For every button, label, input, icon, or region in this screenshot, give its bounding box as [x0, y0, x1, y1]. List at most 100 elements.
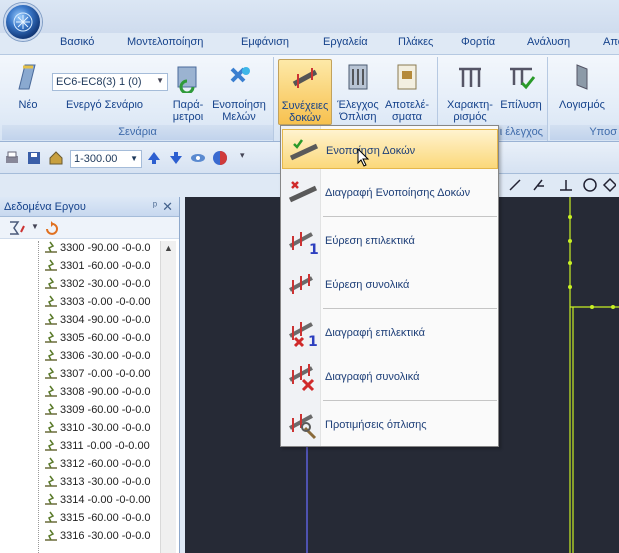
tree-row[interactable]: 3307 -0.00 -0-0.00	[44, 367, 151, 385]
tree-row[interactable]: 3302 -30.00 -0-0.0	[44, 277, 151, 295]
tree-row[interactable]: 3308 -90.00 -0-0.0	[44, 385, 151, 403]
home-icon[interactable]	[48, 150, 64, 166]
project-tree: 3300 -90.00 -0-0.0 3301 -60.00 -0-0.0 3302…	[0, 241, 160, 553]
menu-item-delete-selective[interactable]: 1 Διαγραφή επιλεκτικά	[282, 312, 498, 352]
tree-row[interactable]: 3309 -60.00 -0-0.0	[44, 403, 151, 421]
tab-loads[interactable]: Φορτία	[461, 36, 495, 48]
spring-element-icon	[45, 277, 57, 289]
tree-row[interactable]: 3316 -30.00 -0-0.0	[44, 529, 151, 547]
characterization-button[interactable]: Χαρακτη- ρισμός	[442, 61, 498, 123]
panel-toolbar: ▼	[0, 217, 179, 239]
unify-members-label-1: Ενοποίηση	[212, 99, 266, 111]
filter-sort-icon[interactable]	[8, 220, 28, 236]
tree-row-label: 3314 -0.00 -0-0.00	[60, 494, 151, 506]
parameters-button[interactable]: Παρά- μετροι	[168, 61, 208, 123]
tab-view[interactable]: Εμφάνιση	[241, 36, 289, 48]
results-label-1: Αποτελέ-	[384, 99, 430, 111]
close-icon[interactable]: ✕	[162, 199, 173, 215]
tab-analysis[interactable]: Ανάλυση	[527, 36, 570, 48]
spring-element-icon	[45, 493, 57, 505]
spring-element-icon	[45, 403, 57, 415]
check-reinforcement-button[interactable]: Έλεγχος Όπλιση	[334, 61, 382, 123]
scale-value: 1-300.00	[74, 153, 118, 165]
tree-row[interactable]: 3313 -30.00 -0-0.0	[44, 475, 151, 493]
characterization-label-2: ρισμός	[453, 111, 487, 123]
spring-element-icon	[45, 385, 57, 397]
parameters-label-2: μετροι	[172, 111, 204, 123]
continuous-beams-menu: Ενοποίηση Δοκών Διαγραφή Ενοποίησης Δοκώ…	[280, 125, 499, 447]
tree-row[interactable]: 3301 -60.00 -0-0.0	[44, 259, 151, 277]
find-all-icon	[289, 274, 313, 294]
menu-item-label: Προτιμήσεις όπλισης	[325, 419, 427, 431]
tree-row-label: 3300 -90.00 -0-0.0	[60, 242, 151, 254]
tab-more[interactable]: Απο	[603, 36, 619, 48]
arrow-down-icon[interactable]	[168, 150, 184, 166]
pin-icon[interactable]: ᵖ	[153, 200, 157, 212]
scroll-up-icon[interactable]: ▲	[164, 243, 173, 253]
tree-row-label: 3303 -0.00 -0-0.00	[60, 296, 151, 308]
spring-element-icon	[45, 259, 57, 271]
tree-scrollbar[interactable]: ▲	[160, 241, 176, 553]
tree-row-label: 3301 -60.00 -0-0.0	[60, 260, 151, 272]
tree-row[interactable]: 3303 -0.00 -0-0.00	[44, 295, 151, 313]
scenario-select[interactable]: EC6-EC8(3) 1 (0) ▼	[52, 73, 168, 91]
refresh-icon[interactable]	[44, 220, 58, 236]
tab-tools[interactable]: Εργαλεία	[323, 36, 368, 48]
menu-item-find-selective[interactable]: 1 Εύρεση επιλεκτικά	[282, 220, 498, 260]
menu-item-delete-all[interactable]: Διαγραφή συνολικά	[282, 356, 498, 396]
calculation-label: Λογισμός	[559, 99, 605, 111]
spring-element-icon	[45, 313, 57, 325]
continuous-beams-button[interactable]: Συνέχειες δοκών	[278, 59, 332, 125]
tree-row[interactable]: 3314 -0.00 -0-0.00	[44, 493, 151, 511]
title-bar	[0, 0, 619, 33]
menu-item-label: Διαγραφή Ενοποίησης Δοκών	[325, 187, 471, 199]
project-data-panel: Δεδομένα Εργου ᵖ ✕ ▼ 3300 -90.00 -0-0.0 3…	[0, 197, 180, 553]
tab-basic[interactable]: Βασικό	[60, 36, 94, 48]
tree-row[interactable]: 3305 -60.00 -0-0.0	[44, 331, 151, 349]
tree-row[interactable]: 3310 -30.00 -0-0.0	[44, 421, 151, 439]
tree-row[interactable]: 3304 -90.00 -0-0.0	[44, 313, 151, 331]
ribbon-tabs: Βασικό Μοντελοποίηση Εμφάνιση Εργαλεία Π…	[0, 33, 619, 54]
solution-button[interactable]: Επίλυση	[498, 61, 544, 111]
save-icon[interactable]	[26, 150, 42, 166]
results-button[interactable]: Αποτελέ- σματα	[382, 61, 432, 123]
spring-element-icon	[45, 511, 57, 523]
customize-toolbar-icon[interactable]: ▾	[240, 150, 245, 161]
tab-modeling[interactable]: Μοντελοποίηση	[127, 36, 203, 48]
chevron-down-icon[interactable]: ▼	[31, 222, 39, 231]
continuous-beams-label-1: Συνέχειες	[281, 100, 329, 112]
tree-row-label: 3312 -60.00 -0-0.0	[60, 458, 151, 470]
menu-item-label: Εύρεση συνολικά	[325, 279, 410, 291]
menu-item-delete-unify-beams[interactable]: Διαγραφή Ενοποίησης Δοκών	[282, 172, 498, 212]
new-button[interactable]: Νέο	[10, 61, 46, 111]
menu-item-reinforcement-preferences[interactable]: Προτιμήσεις όπλισης	[282, 404, 498, 444]
arrow-up-icon[interactable]	[146, 150, 162, 166]
results-label-2: σματα	[391, 111, 423, 123]
application-menu-button[interactable]	[4, 3, 42, 41]
snap-tools-icons[interactable]	[506, 177, 616, 193]
menu-item-find-all[interactable]: Εύρεση συνολικά	[282, 264, 498, 304]
tree-row[interactable]: 3306 -30.00 -0-0.0	[44, 349, 151, 367]
check-reinforcement-label-1: Έλεγχος	[337, 99, 379, 111]
scale-select[interactable]: 1-300.00 ▼	[70, 150, 142, 168]
tab-slabs[interactable]: Πλάκες	[398, 36, 433, 48]
tree-row[interactable]: 3311 -0.00 -0-0.00	[44, 439, 150, 457]
unify-members-button[interactable]: Ενοποίηση Μελών	[209, 61, 269, 123]
render-sphere-icon[interactable]	[212, 150, 228, 166]
print-icon[interactable]	[4, 150, 20, 166]
continuous-beams-icon	[292, 68, 318, 88]
group-label-next: Υποσ	[550, 125, 619, 140]
spring-element-icon	[45, 331, 57, 343]
unify-members-label-2: Μελών	[222, 111, 256, 123]
tree-row-label: 3310 -30.00 -0-0.0	[60, 422, 151, 434]
solution-label: Επίλυση	[500, 99, 542, 111]
tree-row[interactable]: 3300 -90.00 -0-0.0	[44, 241, 151, 259]
tree-row[interactable]: 3315 -60.00 -0-0.0	[44, 511, 151, 529]
calculation-button[interactable]: Λογισμός	[552, 61, 612, 111]
menu-item-unify-beams[interactable]: Ενοποίηση Δοκών	[282, 129, 498, 169]
eye-icon[interactable]	[190, 150, 206, 166]
reinforcement-preferences-icon	[289, 414, 317, 440]
menu-separator	[323, 308, 497, 309]
tree-row[interactable]: 3312 -60.00 -0-0.0	[44, 457, 151, 475]
group-scenarios: Νέο EC6-EC8(3) 1 (0) ▼ Ενεργό Σενάριο Πα…	[2, 57, 274, 141]
